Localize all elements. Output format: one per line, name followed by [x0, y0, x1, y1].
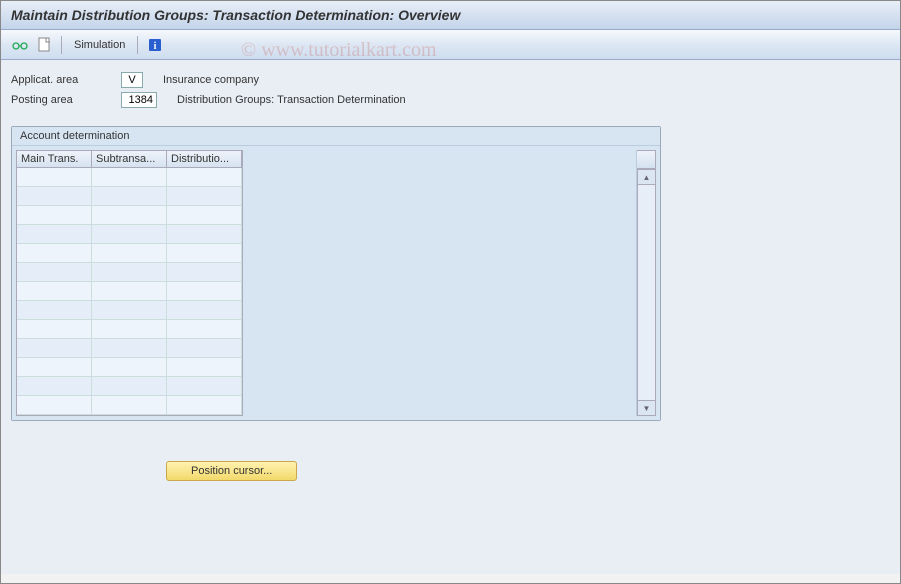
table-row[interactable] [17, 282, 242, 301]
svg-text:i: i [154, 41, 157, 52]
table-cell[interactable] [167, 320, 242, 339]
table-row[interactable] [17, 358, 242, 377]
table-cell[interactable] [17, 377, 92, 396]
content-area: Applicat. area Insurance company Posting… [1, 60, 900, 574]
table-row[interactable] [17, 396, 242, 415]
table-cell[interactable] [92, 168, 167, 187]
applicat-area-desc: Insurance company [163, 74, 259, 86]
table-cell[interactable] [92, 187, 167, 206]
field-row-posting-area: Posting area Distribution Groups: Transa… [11, 92, 890, 108]
column-header-subtransa[interactable]: Subtransa... [92, 151, 167, 168]
table-row[interactable] [17, 301, 242, 320]
table-cell[interactable] [17, 206, 92, 225]
table-cell[interactable] [92, 225, 167, 244]
table-cell[interactable] [167, 187, 242, 206]
table-cell[interactable] [92, 396, 167, 415]
table-row[interactable] [17, 225, 242, 244]
table-cell[interactable] [17, 282, 92, 301]
table-cell[interactable] [17, 263, 92, 282]
table-cell[interactable] [92, 358, 167, 377]
posting-area-desc: Distribution Groups: Transaction Determi… [177, 94, 406, 106]
page-icon[interactable] [35, 36, 53, 54]
applicat-area-input[interactable] [121, 72, 143, 88]
table-row[interactable] [17, 263, 242, 282]
toolbar-separator [61, 36, 62, 54]
applicat-area-label: Applicat. area [11, 74, 121, 86]
table-cell[interactable] [17, 358, 92, 377]
toolbar-separator [137, 36, 138, 54]
table-cell[interactable] [167, 301, 242, 320]
table-cell[interactable] [17, 244, 92, 263]
position-cursor-button[interactable]: Position cursor... [166, 461, 297, 481]
table-cell[interactable] [167, 168, 242, 187]
info-icon[interactable]: i [146, 36, 164, 54]
table-cell[interactable] [167, 244, 242, 263]
table-row[interactable] [17, 244, 242, 263]
column-header-distributio[interactable]: Distributio... [167, 151, 242, 168]
table-cell[interactable] [17, 168, 92, 187]
table-cell[interactable] [167, 339, 242, 358]
table-cell[interactable] [17, 320, 92, 339]
table-cell[interactable] [17, 396, 92, 415]
table-cell[interactable] [92, 339, 167, 358]
account-determination-panel: Account determination Main Trans. Subtra… [11, 126, 661, 421]
table-cell[interactable] [17, 301, 92, 320]
table-cell[interactable] [17, 339, 92, 358]
table-cell[interactable] [92, 377, 167, 396]
grid-spacer [243, 150, 636, 416]
table-cell[interactable] [92, 301, 167, 320]
table-cell[interactable] [167, 358, 242, 377]
table-row[interactable] [17, 377, 242, 396]
table-row[interactable] [17, 206, 242, 225]
posting-area-input[interactable] [121, 92, 157, 108]
panel-title: Account determination [12, 127, 660, 146]
glasses-icon[interactable] [11, 36, 29, 54]
simulation-button[interactable]: Simulation [70, 39, 129, 51]
grid-header: Main Trans. Subtransa... Distributio... [17, 151, 242, 168]
scroll-up-icon[interactable]: ▲ [637, 169, 656, 185]
column-header-main-trans[interactable]: Main Trans. [17, 151, 92, 168]
grid: Main Trans. Subtransa... Distributio... [16, 150, 243, 416]
table-row[interactable] [17, 187, 242, 206]
grid-scrollbar: ▲ ▼ [636, 150, 656, 416]
table-row[interactable] [17, 339, 242, 358]
table-cell[interactable] [167, 282, 242, 301]
select-all-corner[interactable] [637, 150, 656, 169]
table-cell[interactable] [167, 396, 242, 415]
table-cell[interactable] [167, 206, 242, 225]
table-cell[interactable] [167, 225, 242, 244]
table-cell[interactable] [17, 225, 92, 244]
scroll-down-icon[interactable]: ▼ [637, 400, 656, 416]
field-row-applicat-area: Applicat. area Insurance company [11, 72, 890, 88]
table-cell[interactable] [167, 263, 242, 282]
table-cell[interactable] [17, 187, 92, 206]
scroll-track[interactable] [637, 185, 656, 400]
grid-container: Main Trans. Subtransa... Distributio... … [12, 146, 660, 420]
table-cell[interactable] [92, 320, 167, 339]
table-cell[interactable] [92, 244, 167, 263]
table-cell[interactable] [92, 282, 167, 301]
toolbar: Simulation i [1, 30, 900, 60]
page-title: Maintain Distribution Groups: Transactio… [1, 1, 900, 30]
posting-area-label: Posting area [11, 94, 121, 106]
grid-body [17, 168, 242, 415]
table-cell[interactable] [167, 377, 242, 396]
table-cell[interactable] [92, 206, 167, 225]
table-row[interactable] [17, 320, 242, 339]
table-row[interactable] [17, 168, 242, 187]
table-cell[interactable] [92, 263, 167, 282]
